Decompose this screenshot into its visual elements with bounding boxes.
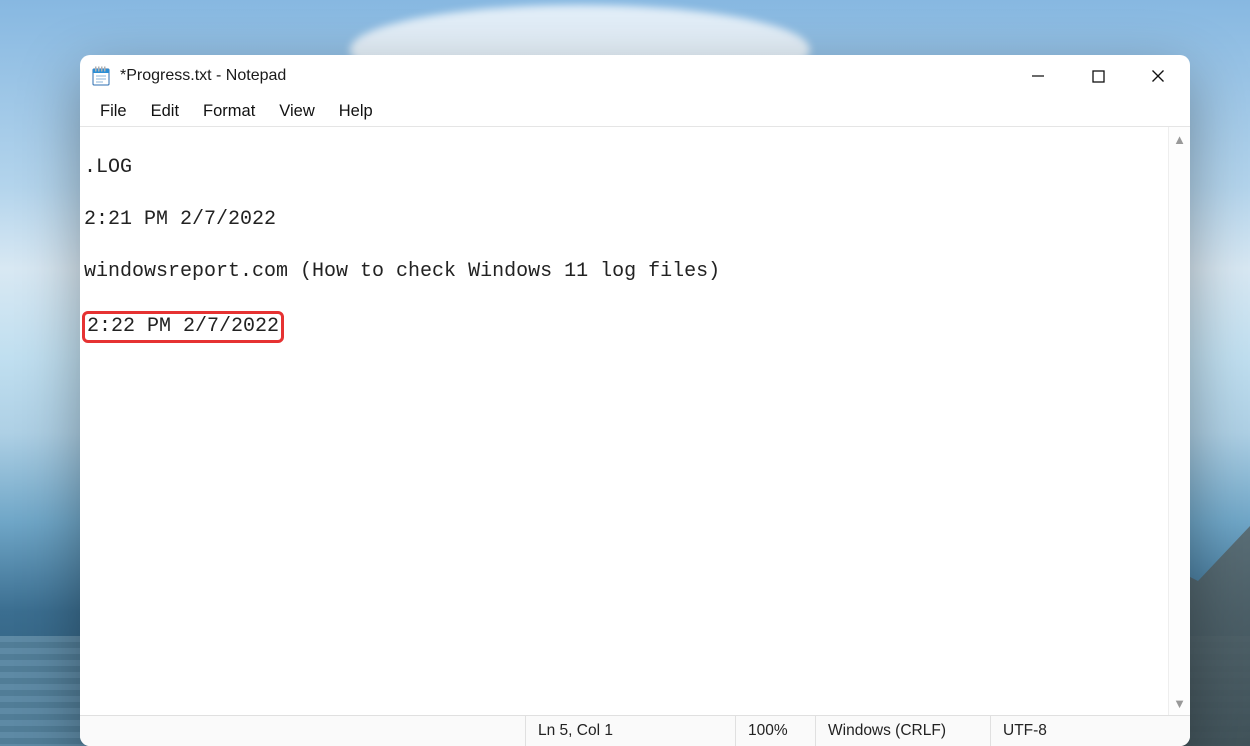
highlight-annotation: 2:22 PM 2/7/2022 (82, 311, 284, 343)
editor-line: 2:21 PM 2/7/2022 (84, 207, 1164, 233)
status-zoom: 100% (735, 716, 815, 746)
status-encoding: UTF-8 (990, 716, 1190, 746)
text-editor[interactable]: .LOG 2:21 PM 2/7/2022 windowsreport.com … (80, 127, 1168, 715)
vertical-scrollbar[interactable]: ▲ ▼ (1168, 127, 1190, 715)
titlebar[interactable]: *Progress.txt - Notepad (80, 55, 1190, 97)
status-line-ending: Windows (CRLF) (815, 716, 990, 746)
editor-line: 2:22 PM 2/7/2022 (84, 311, 1164, 343)
window-title: *Progress.txt - Notepad (120, 67, 286, 85)
desktop-background: *Progress.txt - Notepad File Edit Format… (0, 0, 1250, 746)
scroll-up-icon[interactable]: ▲ (1169, 129, 1190, 149)
close-icon (1151, 69, 1165, 83)
menu-view[interactable]: View (267, 100, 326, 123)
editor-line: windowsreport.com (How to check Windows … (84, 259, 1164, 285)
status-bar: Ln 5, Col 1 100% Windows (CRLF) UTF-8 (80, 715, 1190, 746)
menu-bar: File Edit Format View Help (80, 97, 1190, 127)
editor-area: .LOG 2:21 PM 2/7/2022 windowsreport.com … (80, 127, 1190, 715)
scroll-down-icon[interactable]: ▼ (1169, 693, 1190, 713)
maximize-button[interactable] (1068, 55, 1128, 97)
close-button[interactable] (1128, 55, 1188, 97)
menu-help[interactable]: Help (327, 100, 385, 123)
minimize-icon (1031, 69, 1045, 83)
menu-file[interactable]: File (88, 100, 139, 123)
maximize-icon (1092, 70, 1105, 83)
menu-edit[interactable]: Edit (139, 100, 191, 123)
minimize-button[interactable] (1008, 55, 1068, 97)
status-cursor-position: Ln 5, Col 1 (525, 716, 735, 746)
status-spacer (80, 716, 525, 746)
editor-line: .LOG (84, 155, 1164, 181)
notepad-icon (92, 66, 110, 86)
notepad-window: *Progress.txt - Notepad File Edit Format… (80, 55, 1190, 746)
menu-format[interactable]: Format (191, 100, 267, 123)
